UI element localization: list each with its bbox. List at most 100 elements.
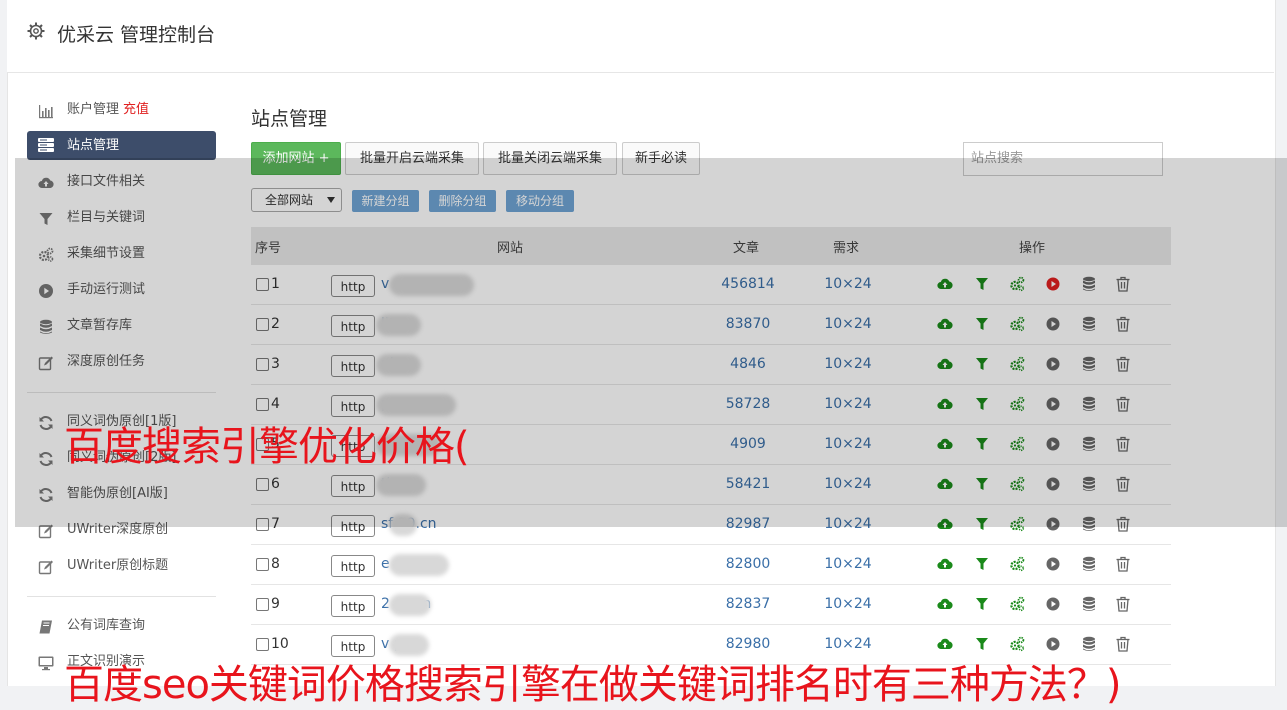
cloud-upload-icon[interactable] [937, 276, 953, 292]
filter-icon[interactable] [974, 276, 990, 292]
trash-icon[interactable] [1115, 276, 1131, 292]
cloud-upload-icon[interactable] [937, 516, 953, 532]
gears-icon[interactable] [1009, 316, 1025, 332]
row-checkbox[interactable] [256, 598, 269, 611]
article-count-link[interactable]: 58421 [691, 476, 805, 492]
protocol-badge[interactable]: http [331, 315, 375, 337]
row-checkbox[interactable] [256, 278, 269, 291]
filter-icon[interactable] [974, 356, 990, 372]
row-checkbox[interactable] [256, 478, 269, 491]
database-icon[interactable] [1081, 396, 1097, 412]
play-icon[interactable] [1045, 276, 1061, 292]
article-count-link[interactable]: 82800 [691, 556, 805, 572]
demand-link[interactable]: 10×24 [811, 636, 885, 652]
database-icon[interactable] [1081, 556, 1097, 572]
play-icon[interactable] [1045, 476, 1061, 492]
sidebar-item-deep-original[interactable]: 深度原创任务 [27, 347, 216, 383]
filter-icon[interactable] [974, 396, 990, 412]
article-count-link[interactable]: 58728 [691, 396, 805, 412]
site-group-select[interactable]: 全部网站 [251, 188, 342, 212]
demand-link[interactable]: 10×24 [811, 316, 885, 332]
cloud-upload-icon[interactable] [937, 476, 953, 492]
row-checkbox[interactable] [256, 638, 269, 651]
article-count-link[interactable]: 456814 [691, 276, 805, 292]
filter-icon[interactable] [974, 436, 990, 452]
gears-icon[interactable] [1009, 516, 1025, 532]
play-icon[interactable] [1045, 556, 1061, 572]
sidebar-item-account[interactable]: 账户管理 充值 [27, 95, 216, 131]
protocol-badge[interactable]: http [331, 475, 375, 497]
play-icon[interactable] [1045, 636, 1061, 652]
filter-icon[interactable] [974, 316, 990, 332]
recharge-link[interactable]: 充值 [123, 102, 149, 117]
new-group-button[interactable]: 新建分组 [352, 190, 419, 212]
gears-icon[interactable] [1009, 556, 1025, 572]
sidebar-item-public-lexicon[interactable]: 公有词库查询 [27, 611, 216, 647]
protocol-badge[interactable]: http [331, 595, 375, 617]
row-checkbox[interactable] [256, 558, 269, 571]
move-group-button[interactable]: 移动分组 [506, 190, 574, 212]
play-icon[interactable] [1045, 316, 1061, 332]
cloud-upload-icon[interactable] [937, 356, 953, 372]
database-icon[interactable] [1081, 436, 1097, 452]
play-icon[interactable] [1045, 596, 1061, 612]
protocol-badge[interactable]: http [331, 275, 375, 297]
demand-link[interactable]: 10×24 [811, 396, 885, 412]
cloud-upload-icon[interactable] [937, 316, 953, 332]
site-search-input[interactable]: 站点搜索 [963, 142, 1163, 176]
batch-open-cloud-button[interactable]: 批量开启云端采集 [345, 142, 479, 175]
sidebar-item-sites[interactable]: 站点管理 [27, 131, 216, 160]
play-icon[interactable] [1045, 516, 1061, 532]
trash-icon[interactable] [1115, 636, 1131, 652]
cloud-upload-icon[interactable] [937, 596, 953, 612]
protocol-badge[interactable]: http [331, 555, 375, 577]
row-checkbox[interactable] [256, 518, 269, 531]
sidebar-item-article-store[interactable]: 文章暂存库 [27, 311, 216, 347]
filter-icon[interactable] [974, 476, 990, 492]
demand-link[interactable]: 10×24 [811, 516, 885, 532]
cloud-upload-icon[interactable] [937, 436, 953, 452]
batch-close-cloud-button[interactable]: 批量关闭云端采集 [483, 142, 617, 175]
play-icon[interactable] [1045, 436, 1061, 452]
demand-link[interactable]: 10×24 [811, 436, 885, 452]
sidebar-item-collect-settings[interactable]: 采集细节设置 [27, 239, 216, 275]
gears-icon[interactable] [1009, 476, 1025, 492]
trash-icon[interactable] [1115, 316, 1131, 332]
filter-icon[interactable] [974, 516, 990, 532]
row-checkbox[interactable] [256, 398, 269, 411]
sidebar-item-uwriter-title[interactable]: UWriter原创标题 [27, 551, 216, 587]
sidebar-item-uwriter-deep[interactable]: UWriter深度原创 [27, 515, 216, 551]
article-count-link[interactable]: 82837 [691, 596, 805, 612]
play-icon[interactable] [1045, 396, 1061, 412]
gears-icon[interactable] [1009, 396, 1025, 412]
play-icon[interactable] [1045, 356, 1061, 372]
sidebar-item-ai-rewrite[interactable]: 智能伪原创[AI版] [27, 479, 216, 515]
database-icon[interactable] [1081, 596, 1097, 612]
row-checkbox[interactable] [256, 318, 269, 331]
row-checkbox[interactable] [256, 358, 269, 371]
gears-icon[interactable] [1009, 596, 1025, 612]
article-count-link[interactable]: 82980 [691, 636, 805, 652]
demand-link[interactable]: 10×24 [811, 476, 885, 492]
trash-icon[interactable] [1115, 476, 1131, 492]
article-count-link[interactable]: 83870 [691, 316, 805, 332]
trash-icon[interactable] [1115, 396, 1131, 412]
trash-icon[interactable] [1115, 356, 1131, 372]
trash-icon[interactable] [1115, 516, 1131, 532]
database-icon[interactable] [1081, 316, 1097, 332]
protocol-badge[interactable]: http [331, 515, 375, 537]
filter-icon[interactable] [974, 596, 990, 612]
trash-icon[interactable] [1115, 436, 1131, 452]
gears-icon[interactable] [1009, 276, 1025, 292]
article-count-link[interactable]: 4909 [691, 436, 805, 452]
filter-icon[interactable] [974, 636, 990, 652]
trash-icon[interactable] [1115, 596, 1131, 612]
add-site-button[interactable]: 添加网站 + [251, 142, 341, 175]
protocol-badge[interactable]: http [331, 355, 375, 377]
gears-icon[interactable] [1009, 436, 1025, 452]
demand-link[interactable]: 10×24 [811, 276, 885, 292]
database-icon[interactable] [1081, 636, 1097, 652]
trash-icon[interactable] [1115, 556, 1131, 572]
article-count-link[interactable]: 4846 [691, 356, 805, 372]
database-icon[interactable] [1081, 516, 1097, 532]
